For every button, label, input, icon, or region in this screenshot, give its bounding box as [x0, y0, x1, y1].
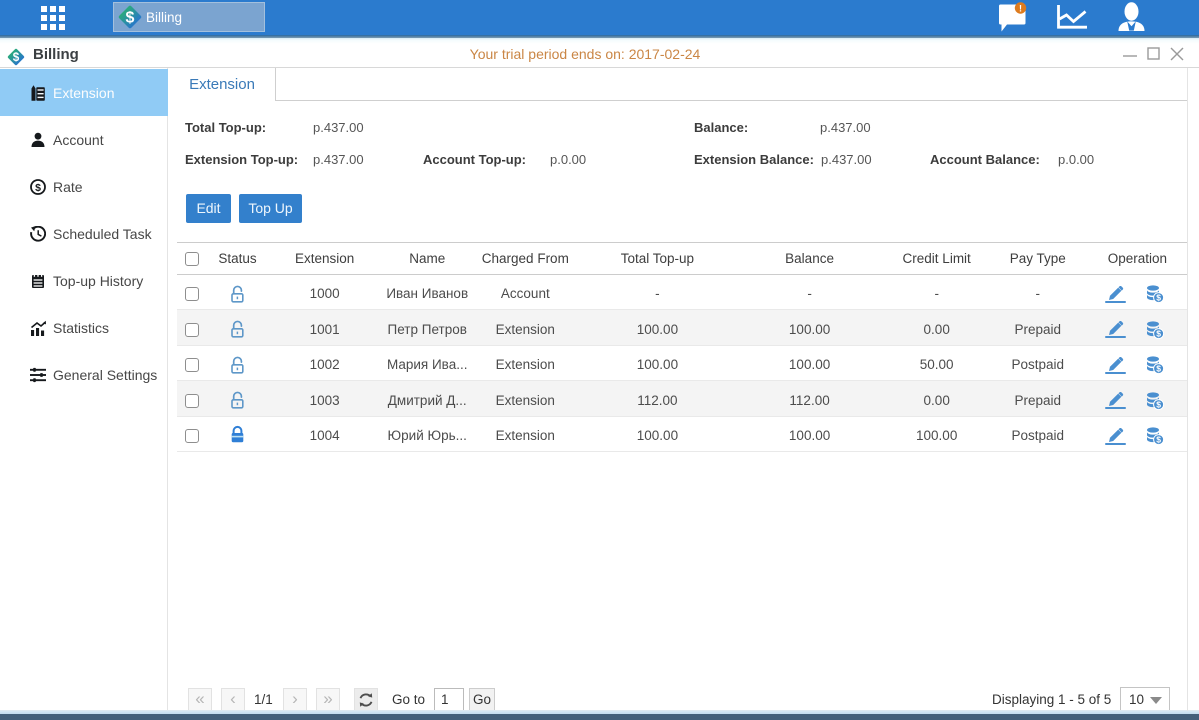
svg-text:$: $ [1157, 293, 1162, 303]
svg-text:$: $ [1157, 435, 1162, 445]
svg-text:$: $ [1157, 328, 1162, 338]
svg-text:!: ! [1019, 3, 1022, 13]
svg-text:$: $ [126, 10, 135, 27]
svg-text:$: $ [1157, 364, 1162, 374]
svg-text:$: $ [1157, 399, 1162, 409]
svg-text:$: $ [35, 182, 41, 194]
